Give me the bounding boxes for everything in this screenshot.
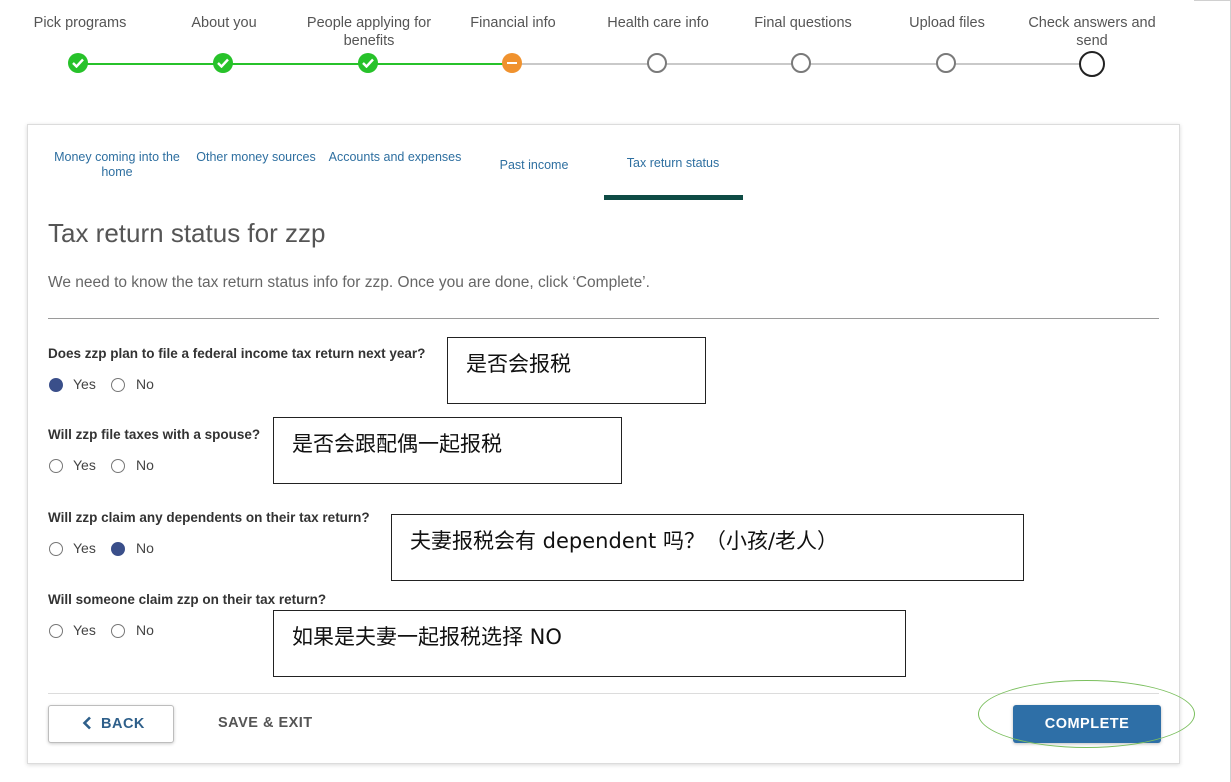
page-subtitle: We need to know the tax return status in…: [48, 274, 650, 291]
step-final-icon: [1079, 51, 1105, 77]
radio-yes-file-with-spouse[interactable]: [49, 459, 63, 473]
radio-label-yes: Yes: [73, 376, 96, 392]
radio-label-yes: Yes: [73, 457, 96, 473]
progress-line-complete: [78, 63, 512, 65]
step-label-people-applying: People applying for benefits: [306, 15, 432, 49]
radio-no-file-with-spouse[interactable]: [111, 459, 125, 473]
annotation-dependents: 夫妻报税会有 dependent 吗？（小孩/老人）: [391, 514, 1024, 581]
step-label-check-answers: Check answers and send: [1028, 15, 1156, 49]
save-and-exit-link[interactable]: SAVE & EXIT: [218, 715, 313, 731]
page-title: Tax return status for zzp: [48, 218, 326, 248]
radio-label-no: No: [136, 457, 154, 473]
section-divider: [48, 318, 1159, 319]
back-button[interactable]: BACK: [48, 705, 174, 743]
step-todo-icon: [791, 53, 811, 73]
step-label-final-questions: Final questions: [754, 15, 852, 31]
step-label-about-you: About you: [191, 15, 257, 31]
step-label-upload-files: Upload files: [909, 15, 985, 31]
step-done-icon[interactable]: [358, 53, 378, 73]
footer-divider: [48, 693, 1159, 694]
tab-tax-return-status[interactable]: Tax return status: [604, 156, 742, 171]
radio-no-claim-dependents[interactable]: [111, 542, 125, 556]
complete-highlight-ring: [978, 680, 1195, 748]
step-done-icon[interactable]: [213, 53, 233, 73]
radio-label-no: No: [136, 622, 154, 638]
tab-other-money-sources[interactable]: Other money sources: [187, 150, 325, 165]
radio-label-yes: Yes: [73, 540, 96, 556]
question-file-tax-return: Does zzp plan to file a federal income t…: [48, 346, 426, 361]
page-edge: [1194, 0, 1231, 1]
question-someone-claim: Will someone claim zzp on their tax retu…: [48, 592, 327, 607]
step-label-financial-info: Financial info: [470, 15, 556, 31]
radio-label-no: No: [136, 376, 154, 392]
step-in-progress-icon[interactable]: [502, 53, 522, 73]
back-button-label: BACK: [101, 716, 145, 732]
step-label-pick-programs: Pick programs: [33, 15, 127, 31]
radio-yes-claim-dependents[interactable]: [49, 542, 63, 556]
tab-money-coming-into-home[interactable]: Money coming into the home: [48, 150, 186, 180]
radio-label-yes: Yes: [73, 622, 96, 638]
annotation-file-tax: 是否会报税: [447, 337, 706, 404]
annotation-file-with-spouse: 是否会跟配偶一起报税: [273, 417, 622, 484]
chevron-left-icon: [82, 716, 91, 730]
radio-yes-someone-claim[interactable]: [49, 624, 63, 638]
tab-accounts-and-expenses[interactable]: Accounts and expenses: [326, 150, 464, 165]
annotation-spouse-joint: 如果是夫妻一起报税选择 NO: [273, 610, 906, 677]
step-label-health-care-info: Health care info: [607, 15, 709, 31]
step-todo-icon: [936, 53, 956, 73]
active-tab-indicator: [604, 195, 743, 200]
step-done-icon[interactable]: [68, 53, 88, 73]
radio-yes-file-tax-return[interactable]: [49, 378, 63, 392]
step-todo-icon: [647, 53, 667, 73]
question-claim-dependents: Will zzp claim any dependents on their t…: [48, 510, 370, 525]
radio-label-no: No: [136, 540, 154, 556]
radio-no-file-tax-return[interactable]: [111, 378, 125, 392]
radio-no-someone-claim[interactable]: [111, 624, 125, 638]
tab-past-income[interactable]: Past income: [465, 158, 603, 173]
question-file-with-spouse: Will zzp file taxes with a spouse?: [48, 427, 261, 442]
